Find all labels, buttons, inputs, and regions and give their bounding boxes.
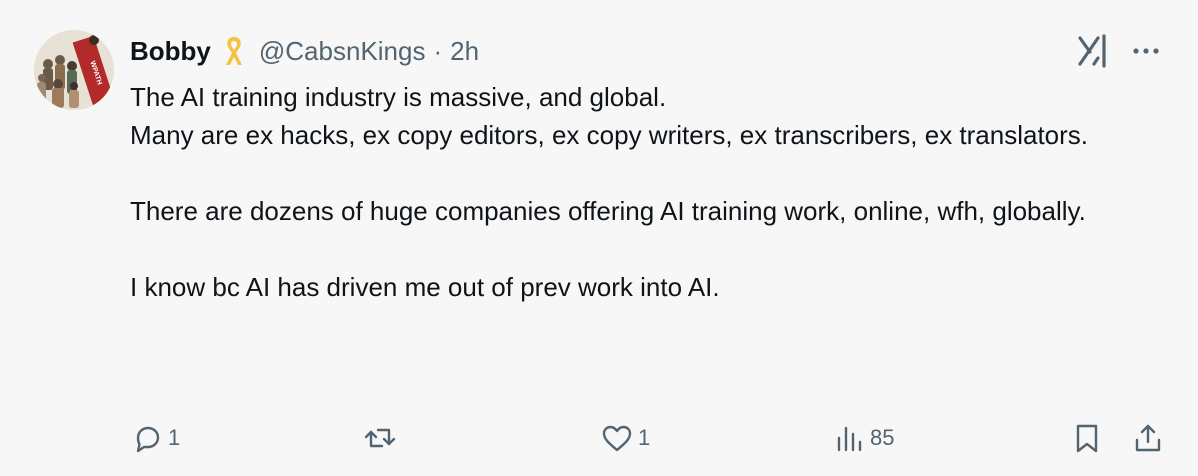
share-button[interactable] (1132, 418, 1164, 458)
share-icon (1132, 422, 1164, 454)
avatar[interactable]: WPATH (34, 30, 114, 110)
timestamp[interactable]: 2h (450, 36, 479, 67)
author-handle[interactable]: @CabsnKings (259, 36, 426, 67)
tweet-text: The AI training industry is massive, and… (130, 78, 1160, 306)
grok-icon[interactable] (1076, 34, 1112, 68)
views-button[interactable]: 85 (834, 418, 894, 458)
yellow-ribbon-icon (221, 35, 247, 67)
reply-icon (132, 422, 164, 454)
reply-button[interactable]: 1 (132, 418, 180, 458)
views-count: 85 (870, 425, 895, 450)
action-bar: 1 1 85 (0, 418, 1198, 458)
tweet-paragraph: Many are ex hacks, ex copy editors, ex c… (130, 120, 1089, 150)
views-chart-icon (834, 422, 866, 454)
author-name[interactable]: Bobby (130, 36, 211, 67)
tweet-paragraph: There are dozens of huge companies offer… (130, 196, 1086, 226)
tweet-paragraph: The AI training industry is massive, and… (130, 82, 667, 112)
more-options-icon[interactable] (1128, 36, 1164, 66)
like-button[interactable]: 1 (600, 418, 650, 458)
heart-icon (600, 422, 634, 454)
tweet-card: WPATH Bobby @CabsnKings · 2h The AI trai… (0, 0, 1198, 476)
tweet-paragraph: I know bc AI has driven me out of prev w… (130, 272, 720, 302)
tweet-header: Bobby @CabsnKings · 2h (130, 34, 479, 68)
bookmark-button[interactable] (1072, 418, 1102, 458)
separator-dot: · (433, 35, 443, 66)
like-count: 1 (638, 425, 651, 450)
repost-icon (362, 422, 398, 454)
bookmark-icon (1072, 422, 1102, 454)
reply-count: 1 (168, 425, 181, 450)
avatar-image: WPATH (34, 30, 114, 110)
repost-button[interactable] (362, 418, 402, 458)
